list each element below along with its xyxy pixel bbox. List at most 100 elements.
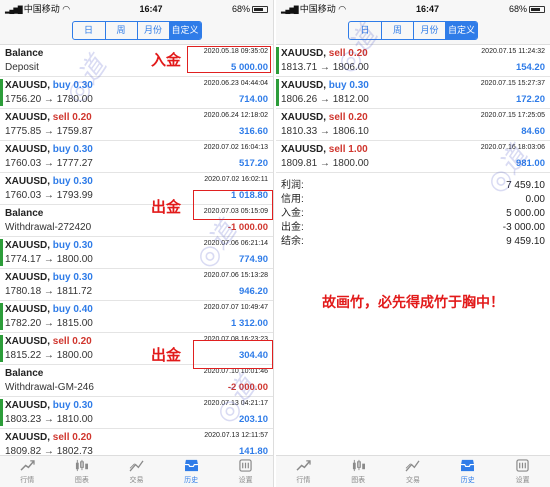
price-range: 1803.23 → 1810.00 — [5, 414, 93, 425]
tab-chart[interactable]: 图表 — [331, 456, 386, 487]
side-label: buy 0.30 — [52, 400, 93, 411]
row-amount: 141.80 — [238, 446, 268, 455]
tab-settings[interactable]: 设置 — [495, 456, 550, 487]
symbol-label: XAUUSD, — [281, 80, 327, 91]
history-list: Balance Deposit 2020.05.18 09:35:02 5 000.0… — [0, 45, 273, 455]
segment-day[interactable]: 日 — [349, 22, 381, 39]
row-amount: -1 000.00 — [227, 222, 268, 233]
row-datetime: 2020.07.07 10:49:47 — [203, 304, 268, 311]
row-amount: 981.00 — [515, 158, 545, 169]
quotes-icon — [20, 459, 35, 475]
price-range: 1775.85 → 1759.87 — [5, 126, 93, 137]
side-label: buy 0.30 — [328, 80, 369, 91]
history-list: XAUUSD, sell 0.20 1813.71 → 1806.00 2020.0… — [276, 45, 550, 455]
tab-quotes[interactable]: 行情 — [276, 456, 331, 487]
side-label: sell 0.20 — [328, 48, 368, 59]
wifi-icon: ◠ — [62, 4, 71, 14]
symbol-label: XAUUSD, — [5, 432, 51, 443]
row-datetime: 2020.07.15 15:27:37 — [480, 80, 545, 87]
tab-label: 交易 — [129, 476, 144, 484]
symbol-label: XAUUSD, — [281, 48, 327, 59]
trade-row[interactable]: XAUUSD, sell 1.00 1809.81 → 1800.00 2020.0… — [276, 141, 550, 173]
withdraw-highlight-box-1 — [193, 190, 273, 220]
trade-row[interactable]: XAUUSD, buy 0.30 1756.20 → 1780.00 2020.06… — [0, 77, 273, 109]
row-datetime: 2020.06.23 04:44:04 — [203, 80, 268, 87]
side-label: buy 0.30 — [52, 80, 93, 91]
tab-history[interactable]: 历史 — [440, 456, 495, 487]
tab-label: 图表 — [74, 476, 89, 484]
price-range: 1756.20 → 1780.00 — [5, 94, 93, 105]
row-amount: -2 000.00 — [227, 382, 268, 393]
tab-quotes[interactable]: 行情 — [0, 456, 55, 487]
segment-custom[interactable]: 自定义 — [168, 22, 201, 39]
segment-month[interactable]: 月份 — [413, 22, 445, 39]
segment-custom[interactable]: 自定义 — [445, 22, 477, 39]
annotation-quote: 故画竹，必先得成竹于胸中！ — [322, 295, 504, 311]
segment-week[interactable]: 周 — [104, 22, 137, 39]
trade-row[interactable]: XAUUSD, sell 0.20 1809.82 → 1802.73 2020.0… — [0, 429, 273, 455]
status-bar: ▂▄▆█ 中国移动 ◠ 16:47 68% — [276, 0, 550, 17]
trade-row[interactable]: XAUUSD, buy 0.30 1780.18 → 1811.72 2020.07… — [0, 269, 273, 301]
right-phone-screen: ▂▄▆█ 中国移动 ◠ 16:47 68% 日 周 月份 自定义 XAUUSD, … — [276, 0, 550, 487]
side-label: buy 0.30 — [52, 272, 93, 283]
clock: 16:47 — [139, 3, 163, 14]
account-summary: 利润: 7 459.10 信用: 0.00 入金: 5 000.00 出金: -3 00… — [276, 173, 550, 249]
segment-week[interactable]: 周 — [381, 22, 413, 39]
trade-rows: XAUUSD, sell 0.20 1813.71 → 1806.00 2020.0… — [276, 45, 550, 173]
price-range: 1810.33 → 1806.10 — [281, 126, 369, 137]
side-label: sell 1.00 — [328, 144, 368, 155]
battery-icon — [529, 5, 545, 13]
tab-label: 设置 — [515, 476, 530, 484]
tab-chart[interactable]: 图表 — [55, 456, 110, 487]
trade-row[interactable]: XAUUSD, buy 0.30 1760.03 → 1777.27 2020.07… — [0, 141, 273, 173]
symbol-label: XAUUSD, — [5, 176, 51, 187]
symbol-label: XAUUSD, — [5, 144, 51, 155]
trade-row[interactable]: XAUUSD, buy 0.30 1806.26 → 1812.00 2020.07… — [276, 77, 550, 109]
price-range: 1760.03 → 1777.27 — [5, 158, 93, 169]
tab-label: 设置 — [238, 476, 253, 484]
carrier-label: 中国移动 — [299, 4, 336, 14]
trade-row[interactable]: XAUUSD, sell 0.20 1810.33 → 1806.10 2020.0… — [276, 109, 550, 141]
history-icon — [184, 459, 199, 475]
price-range: 1809.82 → 1802.73 — [5, 446, 93, 455]
tab-trade[interactable]: 交易 — [109, 456, 164, 487]
segment-day[interactable]: 日 — [73, 22, 105, 39]
side-label: sell 0.20 — [328, 112, 368, 123]
trade-icon — [129, 459, 144, 475]
symbol-label: Balance — [5, 48, 44, 59]
trade-row[interactable]: XAUUSD, sell 0.20 1813.71 → 1806.00 2020.0… — [276, 45, 550, 77]
row-amount: 316.60 — [238, 126, 268, 137]
trade-row[interactable]: XAUUSD, buy 0.30 1803.23 → 1810.00 2020.07… — [0, 397, 273, 429]
symbol-label: XAUUSD, — [281, 112, 327, 123]
trade-row[interactable]: XAUUSD, buy 0.30 1774.17 → 1800.00 2020.07… — [0, 237, 273, 269]
summary-profit: 利润: 7 459.10 — [281, 180, 545, 191]
side-label: sell 0.20 — [52, 112, 92, 123]
carrier-label: 中国移动 — [23, 4, 60, 14]
row-datetime: 2020.07.10 10:01:46 — [203, 368, 268, 375]
symbol-label: XAUUSD, — [5, 112, 51, 123]
trade-row[interactable]: XAUUSD, sell 0.20 1775.85 → 1759.87 2020.0… — [0, 109, 273, 141]
tab-label: 行情 — [20, 476, 35, 484]
row-datetime: 2020.07.02 16:04:13 — [203, 144, 268, 151]
battery-icon — [252, 5, 268, 13]
row-datetime: 2020.07.13 12:11:57 — [204, 432, 268, 439]
deposit-highlight-box — [187, 46, 271, 73]
side-label: buy 0.30 — [52, 176, 93, 187]
row-amount: 154.20 — [515, 62, 545, 73]
price-range: 1780.18 → 1811.72 — [5, 286, 93, 297]
symbol-label: XAUUSD, — [5, 240, 51, 251]
tab-history[interactable]: 历史 — [164, 456, 219, 487]
tab-label: 行情 — [296, 476, 311, 484]
trade-row[interactable]: XAUUSD, buy 0.40 1782.20 → 1815.00 2020.07… — [0, 301, 273, 333]
signal-icon: ▂▄▆█ — [5, 7, 23, 14]
segment-month[interactable]: 月份 — [136, 22, 169, 39]
tab-label: 图表 — [351, 476, 366, 484]
side-label: buy 0.30 — [52, 240, 93, 251]
trade-icon — [405, 459, 421, 475]
quotes-icon — [296, 459, 311, 475]
tab-settings[interactable]: 设置 — [218, 456, 273, 487]
balance-row[interactable]: Balance Withdrawal-GM-246 2020.07.10 10:01… — [0, 365, 273, 397]
symbol-label: XAUUSD, — [281, 144, 327, 155]
tab-trade[interactable]: 交易 — [386, 456, 441, 487]
withdraw-annotation-1: 出金 — [151, 198, 182, 216]
